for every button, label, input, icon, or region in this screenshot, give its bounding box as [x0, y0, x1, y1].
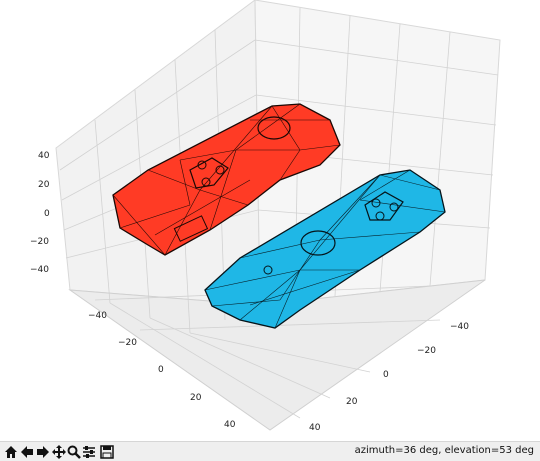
back-arrow-icon[interactable]	[18, 443, 35, 460]
configure-subplots-icon[interactable]	[80, 443, 97, 460]
forward-arrow-icon[interactable]	[34, 443, 51, 460]
navigation-toolbar: azimuth=36 deg, elevation=53 deg	[0, 441, 540, 461]
axis-tick-label: 20	[190, 393, 202, 403]
z-tick-label: 20	[38, 180, 50, 190]
status-readout: azimuth=36 deg, elevation=53 deg	[354, 445, 534, 456]
axis-tick-label: −20	[417, 346, 436, 356]
axis-tick-label: 0	[383, 370, 389, 380]
z-axis: 40 20 0 −20 −40	[30, 151, 50, 275]
axis-tick-label: 20	[346, 397, 358, 407]
3d-plot-canvas[interactable]: 40 20 0 −20 −40 −40 −20 0 20 40 −40 −20 …	[0, 0, 540, 441]
z-tick-label: −20	[30, 237, 49, 247]
z-tick-label: −40	[30, 265, 49, 275]
axis-tick-label: −20	[118, 338, 137, 348]
home-icon[interactable]	[2, 443, 19, 460]
axis-tick-label: −40	[88, 311, 107, 321]
axis-tick-label: 40	[309, 423, 321, 433]
z-tick-label: 40	[38, 151, 50, 161]
save-icon[interactable]	[98, 443, 115, 460]
axis-tick-label: −40	[450, 322, 469, 332]
axis-tick-label: 40	[224, 420, 236, 430]
z-tick-label: 0	[44, 209, 50, 219]
axis-tick-label: 0	[158, 365, 164, 375]
matplotlib-window: 40 20 0 −20 −40 −40 −20 0 20 40 −40 −20 …	[0, 0, 540, 461]
